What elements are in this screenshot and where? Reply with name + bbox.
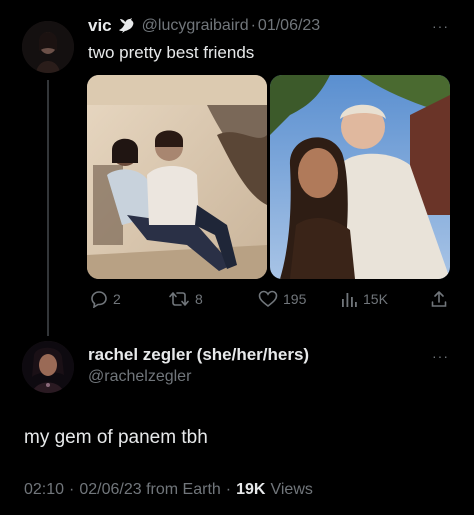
share-icon	[431, 291, 447, 307]
views-count: 15K	[363, 291, 388, 307]
like-count: 195	[283, 291, 307, 307]
tweet-date[interactable]: 01/06/23	[258, 17, 320, 35]
avatar-rachelzegler[interactable]	[22, 341, 74, 393]
reply-views-count[interactable]: 19K	[236, 481, 265, 499]
like-action[interactable]: 195	[258, 290, 306, 308]
more-icon[interactable]: ···	[432, 18, 449, 34]
reply-time[interactable]: 02:10	[24, 481, 64, 499]
tweet-text: two pretty best friends	[88, 43, 255, 62]
retweet-action[interactable]: 8	[168, 290, 203, 308]
tweet-header: vic @lucygraibaird · 01/06/23	[88, 15, 418, 37]
reply-date[interactable]: 02/06/23 from Earth	[79, 481, 220, 499]
tweet-photo-1[interactable]	[87, 75, 267, 279]
reply-meta: 02:10 · 02/06/23 from Earth · 19K Views	[24, 481, 313, 499]
avatar-vic[interactable]	[22, 21, 74, 73]
tweet-photo-2[interactable]	[270, 75, 450, 279]
retweet-icon	[169, 292, 189, 306]
separator: ·	[250, 17, 256, 34]
reply-icon	[91, 291, 107, 308]
handle[interactable]: @lucygraibaird	[142, 17, 249, 35]
heart-icon	[258, 290, 278, 308]
reply-handle[interactable]: @rachelzegler	[88, 368, 191, 386]
reply-views-label: Views	[270, 481, 313, 498]
thread-line	[47, 80, 49, 336]
dove-icon	[117, 17, 137, 35]
reply-separator: ·	[69, 481, 75, 498]
share-action[interactable]	[430, 290, 448, 308]
reply-display-name[interactable]: rachel zegler (she/her/hers)	[88, 345, 309, 365]
reply-text: my gem of panem tbh	[24, 427, 208, 448]
reply-count: 2	[113, 291, 121, 307]
views-action[interactable]: 15K	[340, 290, 388, 308]
analytics-icon	[342, 293, 357, 307]
reply-action[interactable]: 2	[90, 290, 121, 308]
display-name[interactable]: vic	[88, 16, 112, 36]
reply-more-icon[interactable]: ···	[432, 348, 449, 364]
reply-separator-2: ·	[225, 481, 232, 498]
retweet-count: 8	[195, 291, 203, 307]
